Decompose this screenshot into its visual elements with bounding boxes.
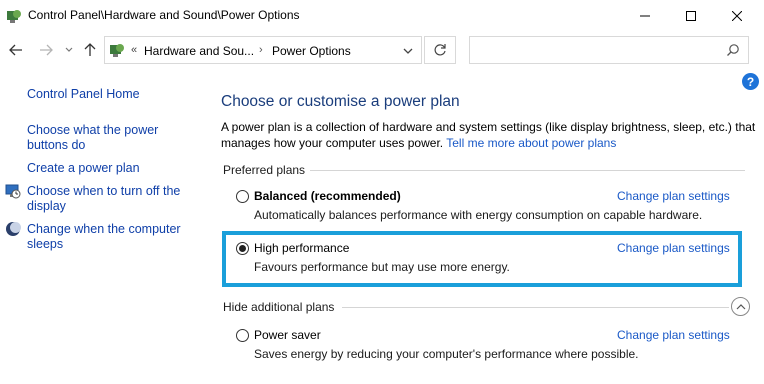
close-icon	[732, 10, 742, 21]
intro-line: manages how your computer uses power.	[221, 135, 444, 150]
plan-name[interactable]: High performance	[254, 241, 349, 255]
plan-description: Saves energy by reducing your computer's…	[254, 347, 639, 361]
window-title: Control Panel\Hardware and Sound\Power O…	[28, 8, 300, 22]
breadcrumb-separator[interactable]: ›	[259, 44, 263, 56]
help-button[interactable]: ?	[742, 73, 759, 90]
plan-name[interactable]: Balanced (recommended)	[254, 189, 401, 203]
chevron-down-icon	[403, 48, 413, 54]
power-options-icon	[6, 8, 22, 24]
sidebar-link-label: buttons do	[27, 138, 86, 152]
refresh-button[interactable]	[424, 36, 456, 64]
change-plan-settings-link[interactable]: Change plan settings	[617, 189, 730, 203]
moon-icon	[5, 221, 21, 237]
plan-description: Favours performance but may use more ene…	[254, 260, 510, 274]
radio-power-saver[interactable]	[236, 329, 249, 342]
plan-balanced: Balanced (recommended) Automatically bal…	[236, 188, 741, 224]
back-button[interactable]	[6, 39, 26, 61]
up-button[interactable]	[80, 39, 100, 61]
sidebar-link-label: Choose when to turn off the	[27, 184, 181, 198]
change-plan-settings-link[interactable]: Change plan settings	[617, 241, 730, 255]
minimize-button[interactable]	[622, 0, 668, 31]
breadcrumb-hardware-and-sound[interactable]: Hardware and Sou...	[144, 44, 254, 58]
plan-power-saver: Power saver Saves energy by reducing you…	[236, 327, 741, 363]
power-options-icon	[109, 42, 125, 58]
close-button[interactable]	[714, 0, 760, 31]
plan-high-performance: High performance Favours performance but…	[236, 240, 741, 276]
page-title: Choose or customise a power plan	[221, 93, 460, 110]
sidebar-link-computer-sleeps[interactable]: Change when the computer sleeps	[27, 222, 197, 252]
recent-locations-button[interactable]	[62, 39, 76, 61]
collapse-plans-button[interactable]	[731, 297, 750, 316]
display-clock-icon	[5, 183, 21, 199]
minimize-icon	[640, 15, 650, 16]
divider	[342, 307, 729, 308]
sidebar-link-label: display	[27, 199, 66, 213]
chevron-up-icon	[736, 303, 745, 309]
maximize-button[interactable]	[668, 0, 714, 31]
sidebar-link-power-buttons[interactable]: Choose what the power buttons do	[27, 123, 197, 153]
address-dropdown-button[interactable]	[401, 44, 415, 58]
arrow-up-icon	[84, 43, 96, 56]
preferred-plans-label: Preferred plans	[223, 163, 306, 177]
address-bar[interactable]: « Hardware and Sou... › Power Options	[104, 36, 422, 64]
title-bar: Control Panel\Hardware and Sound\Power O…	[0, 0, 764, 31]
hide-additional-plans-label: Hide additional plans	[223, 300, 335, 314]
navigation-bar: « Hardware and Sou... › Power Options	[0, 31, 764, 69]
breadcrumb-power-options[interactable]: Power Options	[272, 44, 351, 58]
sidebar-link-label: sleeps	[27, 237, 64, 251]
refresh-icon	[434, 44, 446, 56]
sidebar-link-create-power-plan[interactable]: Create a power plan	[27, 161, 140, 176]
tell-me-more-link[interactable]: Tell me more about power plans	[446, 136, 616, 150]
sidebar-link-turn-off-display[interactable]: Choose when to turn off the display	[27, 184, 197, 214]
search-input[interactable]	[469, 36, 749, 64]
sidebar-link-control-panel-home[interactable]: Control Panel Home	[27, 87, 140, 102]
radio-balanced[interactable]	[236, 190, 249, 203]
plan-name[interactable]: Power saver	[254, 328, 321, 342]
maximize-icon	[686, 10, 696, 21]
forward-button[interactable]	[36, 39, 56, 61]
chevron-down-icon	[65, 47, 73, 52]
intro-text: A power plan is a collection of hardware…	[221, 120, 756, 151]
sidebar-link-label: Choose what the power	[27, 123, 159, 137]
plan-description: Automatically balances performance with …	[254, 208, 703, 222]
sidebar-link-label: Change when the computer	[27, 222, 181, 236]
radio-high-performance[interactable]	[236, 242, 249, 255]
divider	[310, 170, 745, 171]
arrow-left-icon	[9, 44, 22, 56]
change-plan-settings-link[interactable]: Change plan settings	[617, 328, 730, 342]
intro-line: A power plan is a collection of hardware…	[221, 120, 756, 134]
search-icon	[726, 43, 740, 57]
hidden-breadcrumbs-chevron[interactable]: «	[131, 44, 137, 56]
arrow-right-icon	[40, 44, 53, 56]
